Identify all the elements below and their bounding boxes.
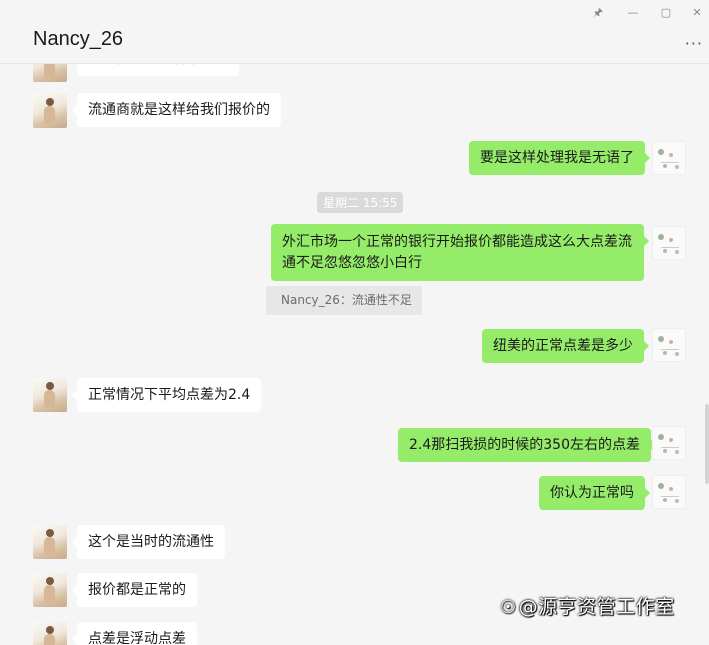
chat-title: Nancy_26: [33, 28, 124, 50]
close-icon[interactable]: ✕: [690, 6, 704, 20]
self-avatar[interactable]: [652, 141, 686, 175]
minimize-icon[interactable]: —: [626, 6, 640, 20]
self-avatar[interactable]: [652, 475, 686, 509]
maximize-icon[interactable]: ▢: [659, 6, 673, 20]
contact-avatar[interactable]: [33, 573, 67, 607]
scrollbar[interactable]: [705, 404, 709, 484]
watermark: ☉ @源亨资管工作室: [500, 592, 675, 619]
message-bubble-received[interactable]: 点差是浮动点差: [72, 622, 197, 645]
self-avatar[interactable]: [652, 426, 686, 460]
message-list[interactable]: 这个我们也控制不了的 流通商就是这样给我们报价的 要是这样处理我是无语了 星期二…: [0, 64, 709, 645]
watermark-text: @源亨资管工作室: [518, 596, 675, 618]
contact-avatar[interactable]: [33, 525, 67, 559]
message-bubble-received[interactable]: 这个是当时的流通性: [72, 525, 225, 559]
message-bubble-sent[interactable]: 要是这样处理我是无语了: [469, 141, 650, 175]
timestamp: 星期二 15:55: [317, 192, 404, 213]
contact-avatar[interactable]: [33, 622, 67, 645]
message-bubble-received[interactable]: 流通商就是这样给我们报价的: [72, 93, 281, 127]
contact-avatar[interactable]: [33, 94, 67, 128]
message-bubble-sent[interactable]: 2.4那扫我损的时候的350左右的点差: [398, 428, 656, 462]
self-avatar[interactable]: [652, 328, 686, 362]
weibo-icon: ☉: [500, 597, 517, 618]
message-bubble-received[interactable]: 正常情况下平均点差为2.4: [71, 378, 262, 412]
message-bubble-sent[interactable]: 纽美的正常点差是多少: [482, 329, 649, 363]
message-bubble-received[interactable]: 这个我们也控制不了的: [77, 64, 239, 76]
title-bar: Nancy_26 🖈 — ▢ ✕ ···: [0, 0, 709, 64]
self-avatar[interactable]: [652, 226, 686, 260]
contact-avatar[interactable]: [33, 378, 67, 412]
contact-avatar[interactable]: [33, 64, 67, 82]
message-bubble-sent[interactable]: 你认为正常吗: [539, 476, 650, 510]
message-bubble-received[interactable]: 报价都是正常的: [72, 573, 197, 607]
pin-icon[interactable]: 🖈: [591, 6, 605, 20]
quoted-reply[interactable]: Nancy_26：流通性不足: [266, 286, 422, 315]
message-bubble-sent[interactable]: 外汇市场一个正常的银行开始报价都能造成这么大点差流通不足忽悠忽悠小白行: [271, 224, 649, 281]
more-options-icon[interactable]: ···: [685, 34, 703, 53]
